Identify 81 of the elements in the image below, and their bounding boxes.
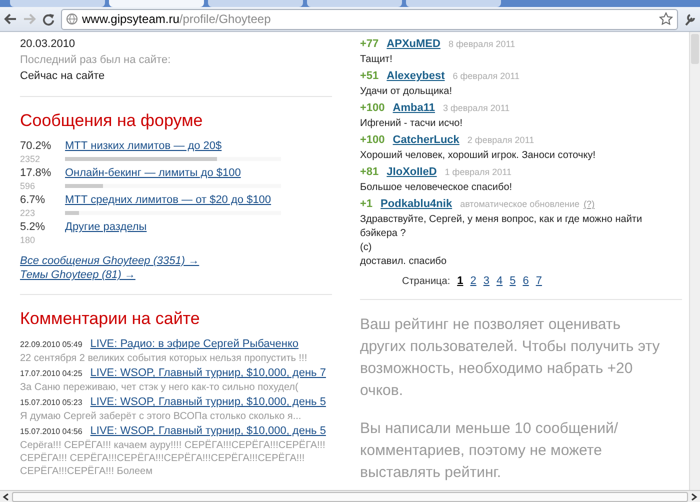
forum-section-link[interactable]: МТТ низких лимитов — до 20$ bbox=[65, 140, 222, 152]
comment-text: 22 сентября 2 великих события которых нельзя пропустить !!! bbox=[20, 352, 308, 365]
reload-icon[interactable] bbox=[42, 12, 55, 26]
user-link[interactable]: CatcherLuck bbox=[392, 132, 460, 149]
user-link[interactable]: APXuMED bbox=[386, 36, 440, 53]
page-link[interactable]: 4 bbox=[496, 275, 503, 287]
comment-text: Серёга!!! СЕРЁГА!!! качаем ауру!!!! СЕРЁГА!!!СЕРЁГА!!!СЕРЁГА!!!СЕРЁГА!!! СЕРЁГА!!!СЕРЁГА!!!СЕРЁГА!!!СЕРЁГА!!!СЕРЁГА!!!СЕРЁГА!!!СЕРЁГА!!! Болеем bbox=[20, 439, 326, 478]
forum-section-link[interactable]: МТТ средних лимитов — от $20 до $100 bbox=[65, 194, 272, 206]
page-link[interactable]: 6 bbox=[522, 275, 529, 287]
page-link[interactable]: 1 bbox=[457, 275, 464, 287]
forum-section-link[interactable]: Онлайн-бекинг — лимиты до $100 bbox=[65, 167, 241, 179]
last-seen-value: Сейчас на сайте bbox=[20, 69, 106, 84]
message-count: 223 bbox=[20, 207, 36, 219]
comment-topic-link[interactable]: LIVE: WSOP, Главный турнир, $10,000, день 5 bbox=[90, 424, 326, 438]
globe-icon bbox=[66, 13, 78, 25]
comment-date: 22.09.2010 05:49 bbox=[20, 339, 82, 351]
forward-icon[interactable] bbox=[23, 13, 36, 25]
rating-notice: Ваш рейтинг не позволяет оценивать других пользователей. Чтобы получить эту возможность, необходимо набрать +20 очков. bbox=[360, 315, 660, 401]
browser-tab[interactable] bbox=[10, 0, 105, 7]
comment-topic-link[interactable]: LIVE: WSOP, Главный турнир, $10,000, день 7 bbox=[90, 366, 326, 380]
comment-text: За Саню переживаю, чет стэк у него как-то сильно похудел( bbox=[20, 381, 300, 394]
user-link[interactable]: Amba11 bbox=[392, 100, 435, 117]
user-link[interactable]: Podkablu4nik bbox=[380, 196, 452, 213]
star-icon[interactable] bbox=[659, 12, 673, 26]
registration-date: 20.03.2010 bbox=[20, 37, 76, 52]
user-link[interactable]: Alexeybest bbox=[386, 68, 445, 85]
browser-tab[interactable] bbox=[307, 0, 402, 7]
rating-score: +100 bbox=[360, 133, 385, 148]
rating-score: +100 bbox=[360, 101, 385, 116]
rating-score: +77 bbox=[360, 37, 379, 52]
percent-value: 5.2% bbox=[20, 220, 46, 234]
rating-notice: Вы написали меньше 10 сообщений/комментариев, поэтому не можете выставлять рейтинг. bbox=[360, 419, 620, 483]
user-link[interactable]: JIoXoIIeD bbox=[386, 164, 437, 181]
comment-topic-link[interactable]: LIVE: WSOP, Главный турнир, $10,000, день 5 bbox=[90, 395, 326, 409]
rating-date: 3 февраля 2011 bbox=[442, 102, 510, 115]
rating-score: +51 bbox=[360, 69, 379, 84]
rating-comment: Здравствуйте, Сергей, у меня вопрос, как и где можно найти бэйкера ? (с) доставил. спасибо bbox=[360, 213, 644, 269]
page-link[interactable]: 5 bbox=[510, 275, 516, 287]
address-bar[interactable]: www.gipsyteam.ru/profile/Ghoyteep bbox=[61, 8, 678, 30]
section-heading: Сообщения на форуме bbox=[20, 111, 204, 131]
browser-tab[interactable] bbox=[109, 0, 204, 7]
scroll-right-icon[interactable] bbox=[690, 492, 698, 500]
horizontal-scrollbar[interactable] bbox=[0, 490, 700, 502]
rating-comment: Хороший человек, хороший игрок. Заноси соточку! bbox=[360, 149, 596, 163]
pagination-label: Страница: bbox=[402, 276, 450, 287]
comment-topic-link[interactable]: LIVE: Радио: в эфире Сергей Рыбаченко bbox=[90, 337, 299, 351]
comment-date: 17.07.2010 04:25 bbox=[20, 368, 82, 380]
all-posts-link[interactable]: Темы Ghoyteep (81) → bbox=[20, 268, 136, 282]
section-heading: Комментарии на сайте bbox=[20, 309, 201, 329]
percent-value: 6.7% bbox=[20, 193, 46, 207]
rating-comment: Большое человеческое спасибо! bbox=[360, 181, 514, 195]
rating-score: +1 bbox=[360, 197, 373, 212]
message-count: 2352 bbox=[20, 153, 42, 165]
comment-date: 15.07.2010 05:23 bbox=[20, 397, 82, 409]
vertical-scrollbar[interactable] bbox=[689, 32, 700, 490]
rating-comment: Тащит! bbox=[360, 53, 394, 67]
browser-tab[interactable] bbox=[406, 0, 501, 7]
message-count: 596 bbox=[20, 180, 36, 192]
rating-date: 1 февраля 2011 bbox=[444, 166, 512, 179]
page-link[interactable]: 7 bbox=[536, 275, 542, 287]
rating-comment: Ифгений - тасчи исчо! bbox=[360, 117, 464, 131]
rating-date: автоматическое обновление bbox=[460, 198, 580, 211]
rating-date: 8 февраля 2011 bbox=[448, 38, 516, 51]
page-link[interactable]: 3 bbox=[483, 275, 490, 287]
scroll-left-icon[interactable] bbox=[2, 492, 10, 500]
back-icon[interactable] bbox=[4, 13, 17, 25]
comment-date: 15.07.2010 04:56 bbox=[20, 426, 82, 438]
percent-value: 70.2% bbox=[20, 139, 52, 153]
message-count: 180 bbox=[20, 234, 36, 246]
comment-text: Я думаю Сергей заберёт с этого ВСОПа столько сколько я... bbox=[20, 410, 302, 423]
rating-comment: Удачи от дольщика! bbox=[360, 85, 453, 99]
last-seen-label: Последний раз был на сайте: bbox=[20, 53, 172, 68]
page-link[interactable]: 2 bbox=[470, 275, 476, 287]
rating-score: +81 bbox=[360, 165, 379, 180]
percent-value: 17.8% bbox=[20, 166, 52, 180]
wrench-icon[interactable] bbox=[684, 12, 696, 26]
rating-date: 6 февраля 2011 bbox=[452, 70, 520, 83]
forum-section-link[interactable]: Другие разделы bbox=[65, 221, 147, 233]
all-posts-link[interactable]: Все сообщения Ghoyteep (3351) → bbox=[20, 254, 200, 268]
browser-tab[interactable] bbox=[208, 0, 303, 7]
rating-date: 2 февраля 2011 bbox=[467, 134, 534, 147]
